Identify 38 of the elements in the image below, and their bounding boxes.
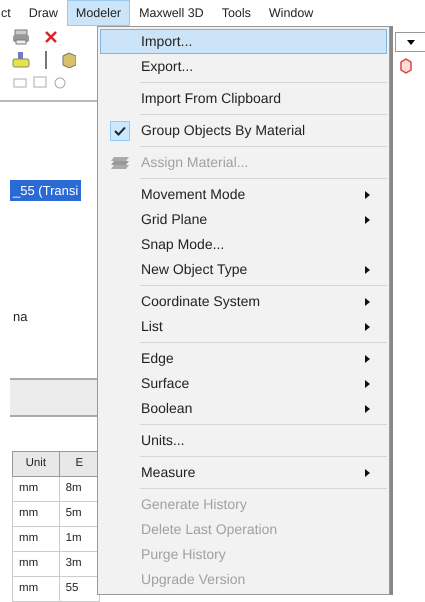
menu-item[interactable]: Surface — [100, 371, 387, 396]
menu-item[interactable]: Boolean — [100, 396, 387, 421]
delete-icon[interactable] — [44, 30, 58, 44]
menu-item[interactable]: Coordinate System — [100, 289, 387, 314]
menu-item[interactable]: Movement Mode — [100, 182, 387, 207]
table-cell: mm — [12, 551, 60, 576]
menu-item[interactable]: Group Objects By Material — [100, 118, 387, 143]
menu-item[interactable]: Grid Plane — [100, 207, 387, 232]
tree-item[interactable]: _55 (Transi — [10, 180, 82, 202]
menu-item[interactable]: New Object Type — [100, 257, 387, 282]
table-cell: mm — [12, 576, 60, 602]
menu-item[interactable]: Import... — [100, 29, 387, 54]
caret-icon — [406, 40, 414, 44]
tree-item[interactable]: na — [10, 306, 30, 328]
table-cell: mm — [12, 501, 60, 526]
menu-bar-item[interactable]: Tools — [212, 0, 260, 26]
menu-item[interactable]: Edge — [100, 346, 387, 371]
menu-item[interactable]: Import From Clipboard — [100, 86, 387, 111]
printer-icon[interactable] — [12, 29, 30, 46]
object-icon[interactable] — [399, 58, 413, 74]
menu-item[interactable]: Snap Mode... — [100, 232, 387, 257]
menu-bar-item[interactable]: Draw — [20, 0, 67, 26]
menu-item[interactable]: Export... — [100, 54, 387, 79]
column-header[interactable]: Unit — [12, 451, 60, 476]
menu-item[interactable]: List — [100, 314, 387, 339]
layers-icon — [110, 156, 130, 170]
table-cell: mm — [12, 526, 60, 552]
shape-icon[interactable] — [12, 50, 30, 69]
menu-bar-item[interactable]: ct — [0, 0, 20, 26]
menu-bar-item[interactable]: Maxwell 3D — [130, 0, 213, 26]
menu-bar-item[interactable]: Modeler — [66, 0, 130, 26]
menu-item[interactable]: Units... — [100, 428, 387, 453]
table-cell: mm — [12, 476, 60, 502]
dropdown[interactable] — [395, 32, 425, 52]
menu-item[interactable]: Measure — [100, 460, 387, 485]
column-header[interactable]: E — [59, 451, 100, 476]
box-icon[interactable] — [62, 52, 76, 68]
menu-bar-item[interactable]: Window — [260, 0, 322, 26]
